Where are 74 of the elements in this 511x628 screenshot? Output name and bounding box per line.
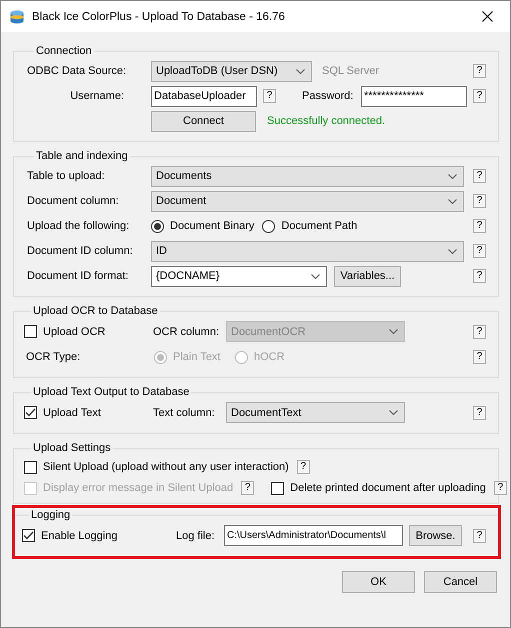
help-button[interactable]: ? bbox=[473, 219, 486, 233]
checkbox-label[interactable]: Upload OCR bbox=[43, 326, 106, 338]
help-button[interactable]: ? bbox=[473, 194, 486, 208]
database-icon bbox=[9, 8, 25, 24]
dialog-button[interactable]: Cancel bbox=[424, 571, 497, 593]
radio-label[interactable]: Document Binary bbox=[170, 220, 254, 232]
help-button[interactable]: ? bbox=[296, 460, 310, 474]
group-title: Upload OCR to Database bbox=[32, 304, 159, 318]
help-button[interactable]: ? bbox=[473, 350, 486, 364]
close-icon bbox=[482, 11, 492, 22]
field-label: Password: bbox=[302, 90, 354, 102]
browse-button[interactable]: Browse. bbox=[409, 525, 462, 546]
checkbox[interactable] bbox=[22, 529, 35, 542]
field-label: ODBC Data Source: bbox=[27, 65, 128, 77]
group-title: Logging bbox=[30, 508, 72, 522]
group-title: Upload Settings bbox=[32, 441, 112, 455]
check-icon bbox=[23, 531, 34, 540]
radio-button[interactable] bbox=[262, 220, 276, 232]
password-field[interactable]: ************** bbox=[361, 86, 467, 106]
column-dropdown[interactable]: ID bbox=[151, 240, 464, 262]
check-icon bbox=[25, 408, 36, 417]
username-field[interactable]: DatabaseUploader bbox=[151, 86, 257, 106]
checkbox-label[interactable]: Delete printed document after uploading bbox=[290, 482, 486, 494]
format-combo-box[interactable]: {DOCNAME} bbox=[151, 266, 327, 286]
checkbox-label[interactable]: Enable Logging bbox=[41, 530, 118, 542]
checkbox[interactable] bbox=[24, 460, 37, 474]
text-column-dropdown[interactable]: DocumentText bbox=[226, 402, 405, 423]
help-button[interactable]: ? bbox=[494, 481, 507, 495]
chevron-icon bbox=[448, 174, 457, 178]
chevron-icon bbox=[296, 68, 305, 74]
field-label: Log file: bbox=[176, 530, 216, 542]
help-button[interactable]: ? bbox=[473, 269, 486, 283]
connect-button[interactable]: Connect bbox=[151, 110, 256, 132]
window-title: Black Ice ColorPlus - Upload To Database - 16.76 bbox=[32, 10, 286, 22]
group-title: Connection bbox=[35, 44, 93, 58]
field-label: Text column: bbox=[153, 406, 216, 418]
log-file-field[interactable]: C:\Users\Administrator\Documents\l bbox=[224, 525, 403, 546]
help-button[interactable]: ? bbox=[473, 89, 486, 103]
chevron-icon bbox=[311, 274, 320, 278]
chevron-icon bbox=[389, 329, 398, 334]
checkbox[interactable] bbox=[24, 406, 37, 419]
help-button[interactable]: ? bbox=[473, 244, 486, 258]
help-button[interactable]: ? bbox=[473, 324, 486, 338]
column-dropdown[interactable]: Documents bbox=[151, 166, 464, 186]
field-label: OCR column: bbox=[153, 326, 220, 338]
column-dropdown[interactable]: Document bbox=[151, 190, 464, 212]
radio-button[interactable] bbox=[151, 220, 164, 232]
checkbox[interactable] bbox=[24, 325, 37, 338]
status-text: Successfully connected. bbox=[267, 115, 386, 127]
help-button[interactable]: ? bbox=[263, 89, 276, 103]
help-button[interactable]: ? bbox=[473, 406, 486, 420]
field-label: Document ID format: bbox=[27, 270, 130, 282]
radio-label[interactable]: Document Path bbox=[281, 220, 358, 232]
group-title: Table and indexing bbox=[35, 149, 129, 163]
help-button[interactable]: ? bbox=[473, 528, 486, 542]
driver-text: SQL Server bbox=[322, 65, 380, 77]
field-label: Document column: bbox=[27, 195, 120, 207]
field-label: Document ID column: bbox=[27, 245, 134, 257]
field-label: OCR Type: bbox=[25, 351, 82, 363]
group-title: Upload Text Output to Database bbox=[32, 385, 190, 399]
checkbox-label[interactable]: Upload Text bbox=[43, 406, 101, 418]
chevron-icon bbox=[448, 198, 457, 204]
field-label: Table to upload: bbox=[27, 170, 106, 182]
field-label: Upload the following: bbox=[27, 220, 130, 232]
chevron-icon bbox=[448, 248, 457, 254]
checkbox[interactable] bbox=[271, 482, 284, 494]
dialog-button[interactable]: OK bbox=[342, 571, 415, 593]
data-source-dropdown[interactable]: UploadToDB (User DSN) bbox=[151, 60, 312, 82]
field-label: Username: bbox=[69, 90, 125, 102]
variables-button[interactable]: Variables... bbox=[334, 266, 401, 286]
chevron-icon bbox=[389, 410, 398, 415]
checkbox-label[interactable]: Silent Upload (upload without any user interaction) bbox=[43, 461, 289, 473]
help-button[interactable]: ? bbox=[473, 169, 486, 183]
help-button[interactable]: ? bbox=[473, 64, 486, 78]
